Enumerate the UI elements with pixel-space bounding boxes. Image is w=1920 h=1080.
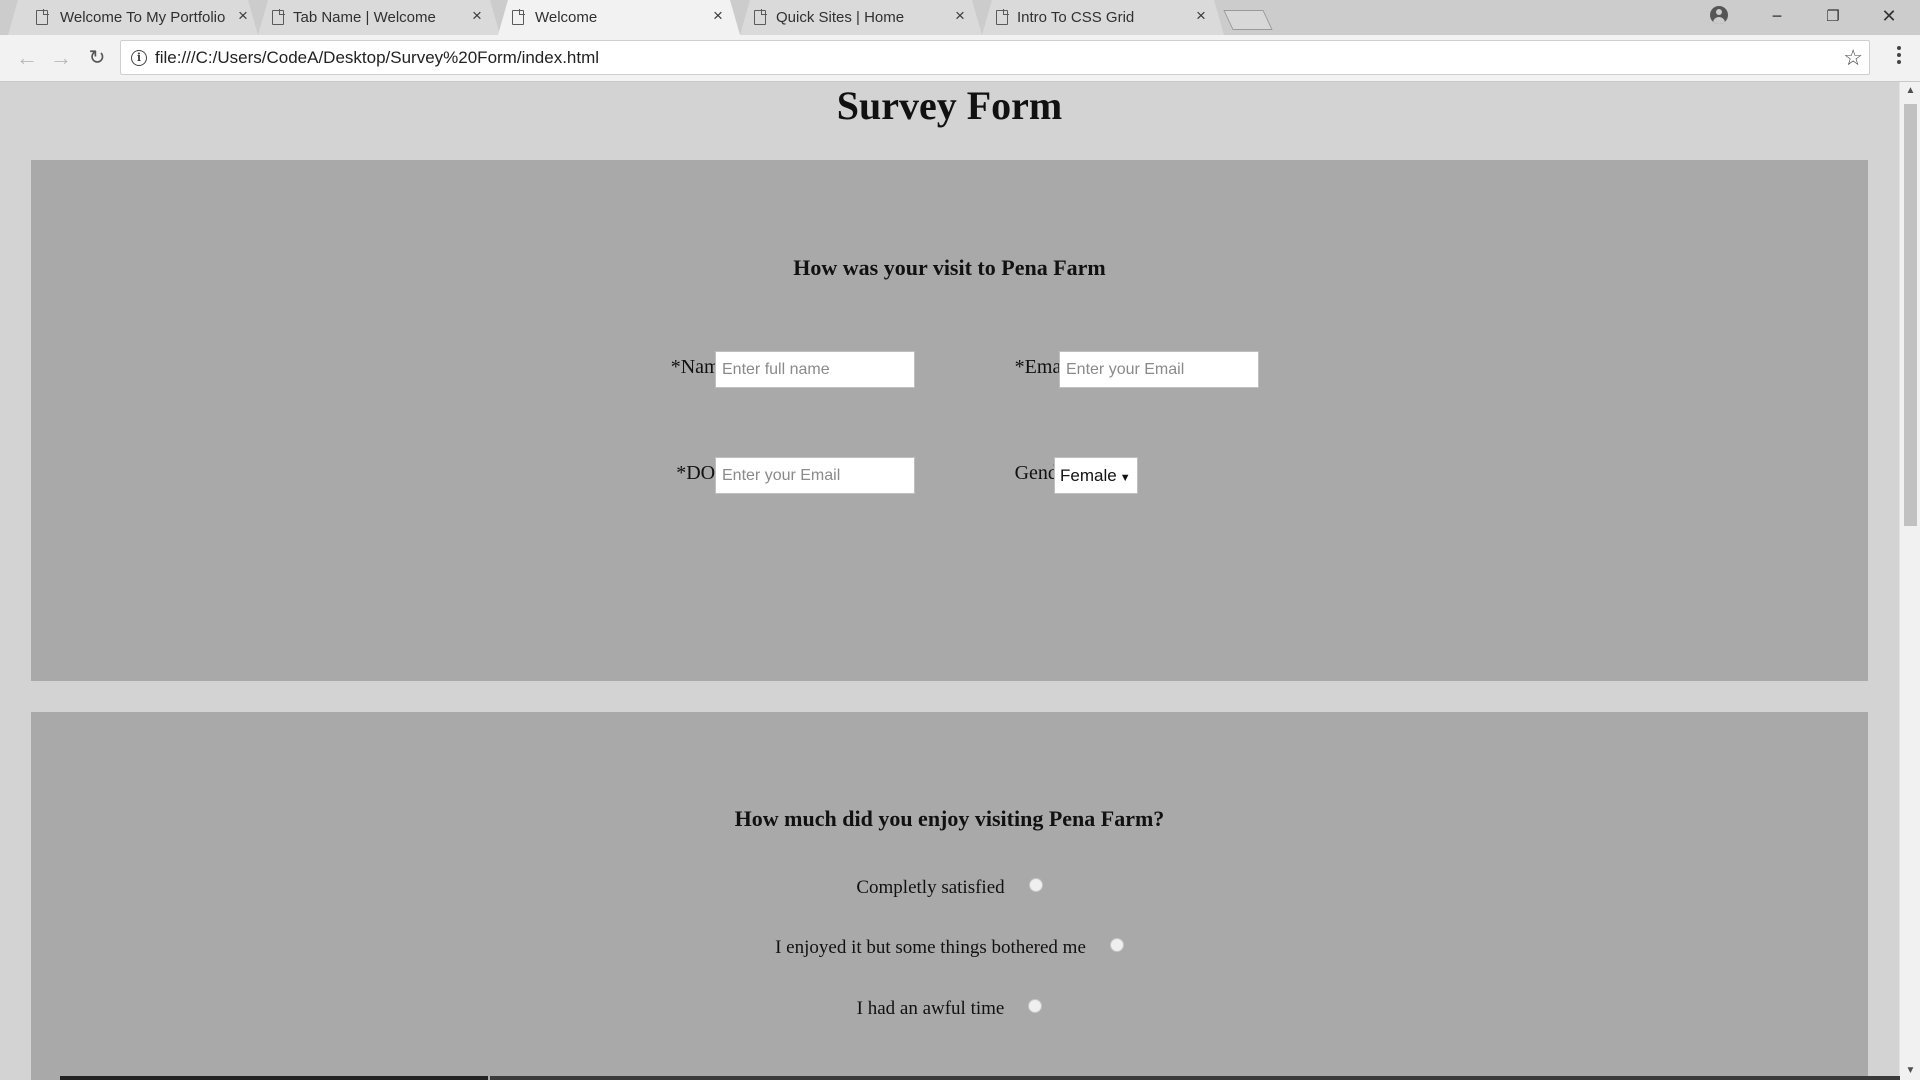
close-icon[interactable]: × [952,7,968,25]
radio-option-awful[interactable]: I had an awful time [31,997,1868,1020]
visit-heading: How was your visit to Pena Farm [793,255,1106,280]
close-icon[interactable]: × [1193,7,1209,25]
enjoy-section: How much did you enjoy visiting Pena Far… [31,712,1868,1080]
page-icon [272,9,285,25]
back-arrow-icon[interactable]: ← [14,45,40,71]
dropdown-caret-icon: ▼ [1119,472,1131,484]
profile-icon[interactable] [1710,6,1728,24]
tab-strip: Welcome To My Portfolio × Tab Name | Wel… [0,0,1920,35]
page-icon [512,9,525,25]
maximize-button[interactable]: ❐ [1810,0,1856,35]
bookmark-star-icon[interactable]: ☆ [1843,45,1863,71]
radio-label: Completly satisfied [856,876,1005,898]
forward-arrow-icon[interactable]: → [48,45,74,71]
reload-icon[interactable]: ↻ [84,45,110,71]
radio-option-satisfied[interactable]: Completly satisfied [31,876,1868,899]
tab-quick-sites[interactable]: Quick Sites | Home × [740,0,982,35]
radio-button[interactable] [1109,937,1124,952]
page-scrollbar[interactable]: ▲ ▼ [1899,82,1920,1080]
info-icon[interactable]: i [131,50,147,66]
scroll-up-arrow-icon[interactable]: ▲ [1900,82,1920,100]
page-icon [754,9,767,25]
tab-title: Welcome [535,9,598,26]
close-icon[interactable]: × [710,7,726,25]
close-window-button[interactable]: ✕ [1866,0,1912,35]
dob-input[interactable] [715,457,915,494]
browser-toolbar: ← → ↻ i file:///C:/Users/CodeA/Desktop/S… [0,35,1920,82]
tab-welcome-portfolio[interactable]: Welcome To My Portfolio × [8,0,258,35]
page-title: Survey Form [836,83,1063,128]
tab-name-welcome[interactable]: Tab Name | Welcome × [258,0,500,35]
radio-button[interactable] [1028,877,1043,892]
page-icon [996,9,1009,25]
page-viewport: Survey Form How was your visit to Pena F… [0,82,1899,1080]
tab-title: Tab Name | Welcome [293,9,436,26]
bottom-edge-bar [60,1076,488,1080]
gender-select-value: Female [1060,466,1117,485]
tab-title: Quick Sites | Home [776,9,905,26]
scroll-down-arrow-icon[interactable]: ▼ [1900,1062,1920,1080]
url-text[interactable]: file:///C:/Users/CodeA/Desktop/Survey%20… [155,48,599,68]
enjoy-heading: How much did you enjoy visiting Pena Far… [734,806,1165,831]
name-input[interactable] [715,351,915,388]
menu-icon[interactable] [1896,46,1902,67]
email-label: *Email: [1014,356,1078,378]
email-input[interactable] [1059,351,1259,388]
tab-intro-css-grid[interactable]: Intro To CSS Grid × [982,0,1224,35]
close-icon[interactable]: × [469,7,485,25]
new-tab-button[interactable] [1223,10,1273,30]
address-bar[interactable]: i file:///C:/Users/CodeA/Desktop/Survey%… [120,40,1870,75]
visit-section: How was your visit to Pena Farm *Name: *… [31,160,1868,681]
radio-button[interactable] [1028,998,1043,1013]
bottom-edge-bar [490,1076,1900,1080]
radio-label: I enjoyed it but some things bothered me [775,936,1086,958]
tab-title: Intro To CSS Grid [1017,9,1135,26]
page-icon [36,9,49,25]
minimize-button[interactable]: − [1754,0,1800,35]
radio-label: I had an awful time [856,997,1005,1019]
radio-option-bothered[interactable]: I enjoyed it but some things bothered me [31,936,1868,959]
tab-title: Welcome To My Portfolio [60,9,226,26]
tab-welcome-active[interactable]: Welcome × [498,0,740,35]
gender-select[interactable]: Female ▼ [1054,457,1138,494]
scrollbar-thumb[interactable] [1904,104,1917,526]
close-icon[interactable]: × [235,7,251,25]
